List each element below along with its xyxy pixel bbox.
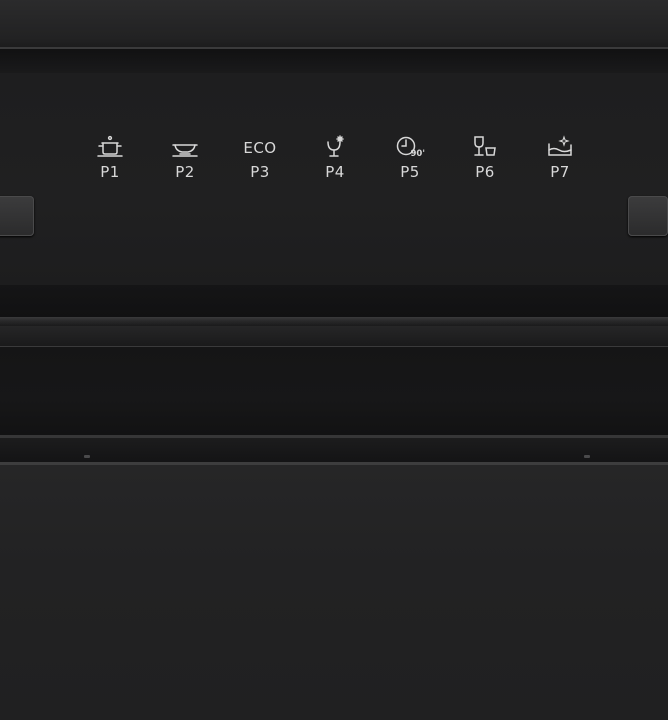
program-p2[interactable]: P2 [155,135,215,181]
pot-icon [95,135,125,159]
clock-90-text: 90' [411,149,425,159]
handle-band [0,326,668,347]
program-p4[interactable]: P4 [305,135,365,181]
program-p1[interactable]: P1 [80,135,140,181]
program-p6[interactable]: P6 [455,135,515,181]
program-p7[interactable]: P7 [530,135,590,181]
program-label: P6 [475,163,495,181]
door-top-band [0,438,668,462]
program-label: P5 [400,163,420,181]
program-label: P7 [550,163,570,181]
panel-lower-band [0,285,668,317]
screw-left [84,455,90,458]
program-label: P2 [175,163,195,181]
program-p3[interactable]: ECO P3 [230,135,290,181]
eco-icon: ECO [243,139,277,157]
program-label: P1 [100,163,120,181]
program-label: P4 [325,163,345,181]
program-next-button[interactable] [628,196,668,236]
program-label: P3 [250,163,270,181]
control-panel: P1 P2 ECO P3 P4 90' P5 P6 P7 [0,73,668,285]
door-panel [0,465,668,720]
dishwasher-front: P1 P2 ECO P3 P4 90' P5 P6 P7 [0,0,668,720]
program-p5[interactable]: 90' P5 [380,135,440,181]
screw-right [584,455,590,458]
door-handle[interactable] [0,347,668,435]
wine-glass-cup-icon [470,135,500,159]
tub-sparkle-icon [545,135,575,159]
clock-90-icon: 90' [395,135,425,159]
plate-icon [170,135,200,159]
glass-sparkle-icon [320,135,350,159]
program-prev-button[interactable] [0,196,34,236]
top-shadow [0,49,668,73]
worktop-edge [0,0,668,48]
handle-trim [0,317,668,326]
